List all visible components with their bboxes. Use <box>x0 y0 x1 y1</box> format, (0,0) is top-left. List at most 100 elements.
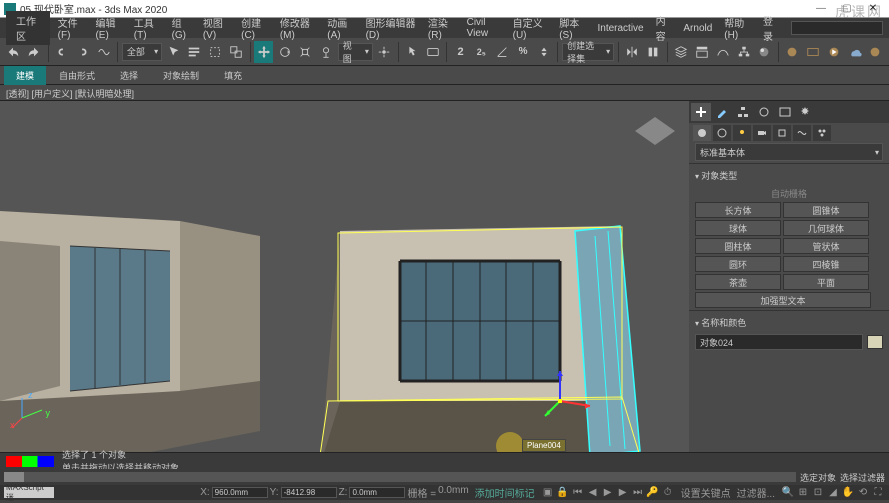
btn-pyramid[interactable]: 四棱锥 <box>783 256 869 272</box>
rollout-header-namecolor[interactable]: 名称和颜色 <box>695 313 883 332</box>
ribbon-tab-objectpaint[interactable]: 对象绘制 <box>151 66 211 85</box>
maxscript-listener[interactable]: MAXScript 迷 <box>4 487 54 498</box>
subtab-spacewarps[interactable] <box>793 125 811 141</box>
keyboard-shortcut-button[interactable] <box>423 41 442 63</box>
subtab-systems[interactable] <box>813 125 831 141</box>
subtab-helpers[interactable] <box>773 125 791 141</box>
play-start-button[interactable]: ⏮ <box>571 487 585 499</box>
menu-edit[interactable]: 编辑(E) <box>91 13 125 43</box>
tab-create[interactable] <box>691 103 711 121</box>
filters-label[interactable]: 过滤器... <box>737 485 775 500</box>
link-button[interactable] <box>53 41 72 63</box>
select-object-button[interactable] <box>164 41 183 63</box>
btn-textplus[interactable]: 加强型文本 <box>695 292 871 308</box>
fov-button[interactable]: ◢ <box>826 487 840 499</box>
material-editor-button[interactable] <box>755 41 774 63</box>
ref-coord-system[interactable]: 视图 <box>338 43 373 61</box>
btn-geosphere[interactable]: 几何球体 <box>783 220 869 236</box>
menu-file[interactable]: 文件(F) <box>54 13 88 43</box>
btn-sphere[interactable]: 球体 <box>695 220 781 236</box>
object-name-field[interactable] <box>695 334 863 350</box>
curve-editor-button[interactable] <box>713 41 732 63</box>
snap-25d-button[interactable]: 2₅ <box>472 41 491 63</box>
maximize-viewport-button[interactable]: ⛶ <box>871 487 885 499</box>
btn-cylinder[interactable]: 圆柱体 <box>695 238 781 254</box>
pan-button[interactable]: ✋ <box>841 487 855 499</box>
unlink-button[interactable] <box>73 41 92 63</box>
set-key-label[interactable]: 设置关键点 <box>681 485 731 500</box>
subtab-lights[interactable] <box>733 125 751 141</box>
select-manipulate-button[interactable] <box>403 41 422 63</box>
object-color-swatch[interactable] <box>867 335 883 349</box>
menu-render[interactable]: 渲染(R) <box>424 13 459 43</box>
ribbon-tab-selection[interactable]: 选择 <box>108 66 150 85</box>
select-region-button[interactable] <box>206 41 225 63</box>
btn-cone[interactable]: 圆锥体 <box>783 202 869 218</box>
layer-explorer-button[interactable] <box>672 41 691 63</box>
x-coord[interactable] <box>212 487 268 498</box>
schematic-view-button[interactable] <box>734 41 753 63</box>
toggle-ribbon-button[interactable] <box>692 41 711 63</box>
viewport-label[interactable]: [透视] [用户定义] [默认明暗处理] <box>0 85 889 101</box>
time-slider-handle[interactable] <box>4 472 24 482</box>
spinner-snap-button[interactable] <box>534 41 553 63</box>
geometry-category[interactable]: 标准基本体 <box>695 143 883 161</box>
zoom-button[interactable]: 🔍 <box>781 487 795 499</box>
btn-torus[interactable]: 圆环 <box>695 256 781 272</box>
named-sel-sets[interactable]: 创建选择集 <box>562 43 614 61</box>
tab-motion[interactable] <box>754 103 774 121</box>
rollout-header-objtype[interactable]: 对象类型 <box>695 166 883 185</box>
help-search[interactable] <box>791 21 883 35</box>
tab-modify[interactable] <box>712 103 732 121</box>
btn-tube[interactable]: 管状体 <box>783 238 869 254</box>
menu-help[interactable]: 帮助(H) <box>720 13 755 43</box>
y-coord[interactable] <box>281 487 337 498</box>
btn-box[interactable]: 长方体 <box>695 202 781 218</box>
window-crossing-button[interactable] <box>227 41 246 63</box>
subtab-shapes[interactable] <box>713 125 731 141</box>
play-end-button[interactable]: ⏭ <box>631 487 645 499</box>
ribbon-tab-populate[interactable]: 填充 <box>212 66 254 85</box>
ribbon-tab-modeling[interactable]: 建模 <box>4 66 46 85</box>
render-setup-button[interactable] <box>783 41 802 63</box>
selection-filter-label[interactable]: 选择过滤器 <box>840 471 885 484</box>
angle-snap-button[interactable] <box>493 41 512 63</box>
orbit-button[interactable]: ⟲ <box>856 487 870 499</box>
key-mode-button[interactable]: 🔑 <box>646 487 660 499</box>
add-time-tag[interactable]: 添加时间标记 <box>475 485 535 500</box>
undo-button[interactable] <box>4 41 23 63</box>
redo-button[interactable] <box>25 41 44 63</box>
zoom-extents-button[interactable]: ⊡ <box>811 487 825 499</box>
selected-object-label[interactable]: 选定对象 <box>800 471 836 484</box>
subtab-cameras[interactable] <box>753 125 771 141</box>
selection-filter[interactable]: 全部 <box>122 43 162 61</box>
z-coord[interactable] <box>349 487 405 498</box>
selection-lock-button[interactable]: 🔒 <box>556 487 570 499</box>
select-move-button[interactable] <box>254 41 273 63</box>
autogrid-checkbox[interactable]: 自动栅格 <box>695 185 883 202</box>
render-last-button[interactable] <box>866 41 885 63</box>
menu-interactive[interactable]: Interactive <box>593 21 647 36</box>
menu-customize[interactable]: 自定义(U) <box>509 13 552 43</box>
time-config-button[interactable]: ⏱ <box>661 487 675 499</box>
render-cloud-button[interactable] <box>845 41 864 63</box>
btn-plane[interactable]: 平面 <box>783 274 869 290</box>
menu-group[interactable]: 组(G) <box>168 13 195 43</box>
menu-tools[interactable]: 工具(T) <box>130 13 164 43</box>
time-slider[interactable] <box>4 472 796 482</box>
menu-create[interactable]: 创建(C) <box>237 13 272 43</box>
select-name-button[interactable] <box>185 41 204 63</box>
percent-snap-button[interactable]: % <box>514 41 533 63</box>
viewport[interactable]: Plane004 zyx <box>0 101 689 485</box>
render-frame-button[interactable] <box>803 41 822 63</box>
menu-views[interactable]: 视图(V) <box>199 13 233 43</box>
align-button[interactable] <box>644 41 663 63</box>
tab-hierarchy[interactable] <box>733 103 753 121</box>
isolate-selection-button[interactable]: ▣ <box>541 487 555 499</box>
play-next-button[interactable]: ▶ <box>616 487 630 499</box>
pivot-center-button[interactable] <box>375 41 394 63</box>
bind-spacewarp-button[interactable] <box>94 41 113 63</box>
menu-modifiers[interactable]: 修改器(M) <box>276 13 319 43</box>
select-place-button[interactable] <box>317 41 336 63</box>
select-scale-button[interactable] <box>296 41 315 63</box>
